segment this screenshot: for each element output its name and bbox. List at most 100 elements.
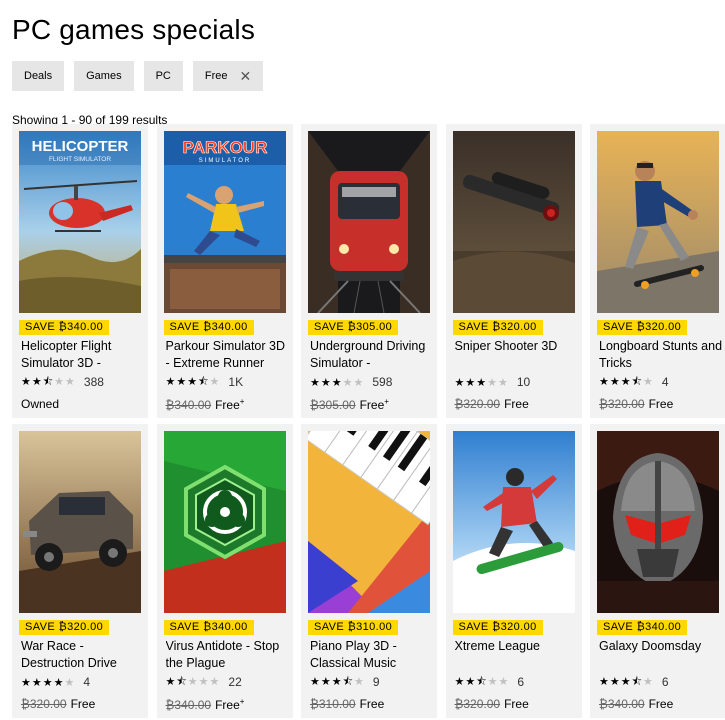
- game-title[interactable]: War Race - Destruction Drive: [21, 638, 145, 672]
- close-icon[interactable]: ✕: [240, 69, 252, 83]
- game-cover-image[interactable]: [597, 431, 719, 613]
- rating: ★★⯪★★ 6: [455, 675, 525, 689]
- product-tile[interactable]: SAVE ₿320.00 War Race - Destruction Driv…: [12, 424, 148, 718]
- svg-text:PARKOUR: PARKOUR: [182, 138, 267, 157]
- filter-chip-free[interactable]: Free ✕: [192, 61, 264, 91]
- save-badge: SAVE ₿320.00: [452, 620, 543, 635]
- save-badge: SAVE ₿320.00: [19, 620, 110, 635]
- product-tile[interactable]: SAVE ₿340.00 Virus Antidote - Stop the P…: [156, 424, 293, 718]
- rating: ★★★⯪★ 9: [310, 675, 380, 689]
- game-cover-image[interactable]: [597, 131, 719, 313]
- product-tile[interactable]: PARKOUR SIMULATOR SAVE ₿340.00 Parkour S…: [156, 124, 293, 418]
- game-cover-image[interactable]: [452, 131, 575, 313]
- star-rating-icon: ★★★⯪★: [165, 375, 221, 388]
- rating-count: 388: [83, 375, 104, 389]
- filter-bar: Deals Games PC Free ✕: [12, 61, 264, 91]
- game-title[interactable]: Xtreme League: [455, 638, 579, 672]
- original-price: ₿320.00: [21, 697, 67, 711]
- page-title: PC games specials: [12, 14, 256, 45]
- game-cover-image[interactable]: [308, 431, 430, 613]
- svg-text:SIMULATOR: SIMULATOR: [198, 158, 250, 164]
- filter-chip-label: Free: [204, 70, 228, 82]
- rating: ★★★⯪★ 6: [599, 675, 669, 689]
- rating-count: 6: [517, 675, 525, 689]
- save-badge: SAVE ₿340.00: [163, 620, 254, 635]
- game-title[interactable]: Helicopter Flight Simulator 3D -: [21, 338, 145, 372]
- game-cover-image[interactable]: [308, 131, 430, 313]
- product-tile[interactable]: SAVE ₿320.00 Sniper Shooter 3D ★★★★★ 10 …: [445, 124, 582, 418]
- save-badge: SAVE ₿340.00: [19, 320, 110, 335]
- current-price: Free: [504, 397, 529, 411]
- save-badge: SAVE ₿320.00: [597, 320, 688, 335]
- filter-chip-pc[interactable]: PC: [143, 61, 183, 91]
- rating: ★★★★★ 10: [455, 375, 531, 389]
- product-tile[interactable]: SAVE ₿320.00 Longboard Stunts and Tricks…: [590, 124, 725, 418]
- price: ₿320.00 Free: [455, 697, 529, 711]
- price: ₿340.00 Free+: [166, 397, 245, 412]
- star-rating-icon: ★★★⯪★: [599, 675, 654, 688]
- rating-count: 4: [661, 375, 669, 389]
- original-price: ₿320.00: [599, 397, 645, 411]
- game-cover-image[interactable]: HELICOPTER FLIGHT SIMULATOR: [19, 131, 141, 313]
- current-price: Free: [215, 398, 240, 412]
- rating: ★★⯪★★ 388: [21, 375, 104, 389]
- star-rating-icon: ★⯪★★★: [165, 675, 221, 688]
- star-rating-icon: ★★⯪★★: [21, 375, 76, 388]
- rating-count: 22: [228, 675, 242, 689]
- product-tile[interactable]: SAVE ₿320.00 Xtreme League ★★⯪★★ 6 ₿320.…: [445, 424, 582, 718]
- star-rating-icon: ★★★⯪★: [599, 375, 654, 388]
- game-cover-image[interactable]: [163, 431, 286, 613]
- product-tile[interactable]: SAVE ₿340.00 Galaxy Doomsday ★★★⯪★ 6 ₿34…: [590, 424, 725, 718]
- filter-chip-deals[interactable]: Deals: [12, 61, 65, 91]
- star-rating-icon: ★★★★★: [310, 376, 365, 389]
- game-title[interactable]: Sniper Shooter 3D: [455, 338, 579, 372]
- original-price: ₿320.00: [454, 397, 501, 411]
- game-title[interactable]: Virus Antidote - Stop the Plague: [166, 638, 290, 672]
- product-tile[interactable]: SAVE ₿305.00 Underground Driving Simulat…: [301, 124, 437, 418]
- save-badge: SAVE ₿340.00: [597, 620, 688, 635]
- save-badge: SAVE ₿305.00: [308, 320, 399, 335]
- current-price: Free: [648, 697, 674, 711]
- product-tile[interactable]: SAVE ₿310.00 Piano Play 3D - Classical M…: [301, 424, 437, 718]
- game-title[interactable]: Underground Driving Simulator -: [310, 338, 434, 372]
- game-title[interactable]: Galaxy Doomsday: [599, 638, 723, 672]
- star-rating-icon: ★★★★★: [454, 376, 509, 389]
- current-price: Free: [648, 397, 674, 411]
- price: ₿320.00 Free: [455, 397, 529, 411]
- plus-marker: +: [239, 697, 245, 706]
- price: ₿340.00 Free: [599, 697, 673, 711]
- filter-chip-label: Deals: [24, 70, 53, 82]
- game-title[interactable]: Piano Play 3D - Classical Music: [310, 638, 434, 672]
- game-cover-image[interactable]: [19, 431, 141, 613]
- rating-count: 9: [372, 675, 380, 689]
- price: ₿310.00 Free: [310, 697, 384, 711]
- rating-count: 4: [83, 675, 91, 689]
- current-price: Free: [359, 697, 385, 711]
- game-title[interactable]: Parkour Simulator 3D - Extreme Runner: [166, 338, 290, 372]
- current-price: Free: [359, 398, 385, 412]
- game-cover-image[interactable]: [452, 431, 575, 613]
- current-price: Free: [215, 698, 240, 712]
- star-rating-icon: ★★⯪★★: [454, 675, 510, 688]
- price: ₿320.00 Free: [21, 697, 95, 711]
- original-price: ₿340.00: [599, 697, 645, 711]
- current-price: Free: [70, 697, 96, 711]
- rating: ★★★★★ 4: [21, 675, 90, 689]
- original-price: ₿305.00: [310, 398, 356, 412]
- original-price: ₿310.00: [310, 697, 356, 711]
- plus-marker: +: [239, 397, 245, 406]
- current-price: Free: [504, 697, 529, 711]
- rating-count: 10: [516, 375, 531, 389]
- filter-chip-label: Games: [86, 70, 122, 82]
- filter-chip-games[interactable]: Games: [74, 61, 134, 91]
- product-tile[interactable]: HELICOPTER FLIGHT SIMULATOR SAVE ₿340.00…: [12, 124, 148, 418]
- rating: ★⯪★★★ 22: [166, 675, 242, 689]
- original-price: ₿320.00: [454, 697, 501, 711]
- game-title[interactable]: Longboard Stunts and Tricks: [599, 338, 723, 372]
- rating: ★★★⯪★ 4: [599, 375, 669, 389]
- rating: ★★★★★ 598: [310, 375, 392, 389]
- price: Owned: [21, 397, 59, 411]
- price: ₿305.00 Free+: [310, 397, 389, 412]
- filter-chip-label: PC: [155, 70, 171, 82]
- game-cover-image[interactable]: PARKOUR SIMULATOR: [163, 131, 286, 313]
